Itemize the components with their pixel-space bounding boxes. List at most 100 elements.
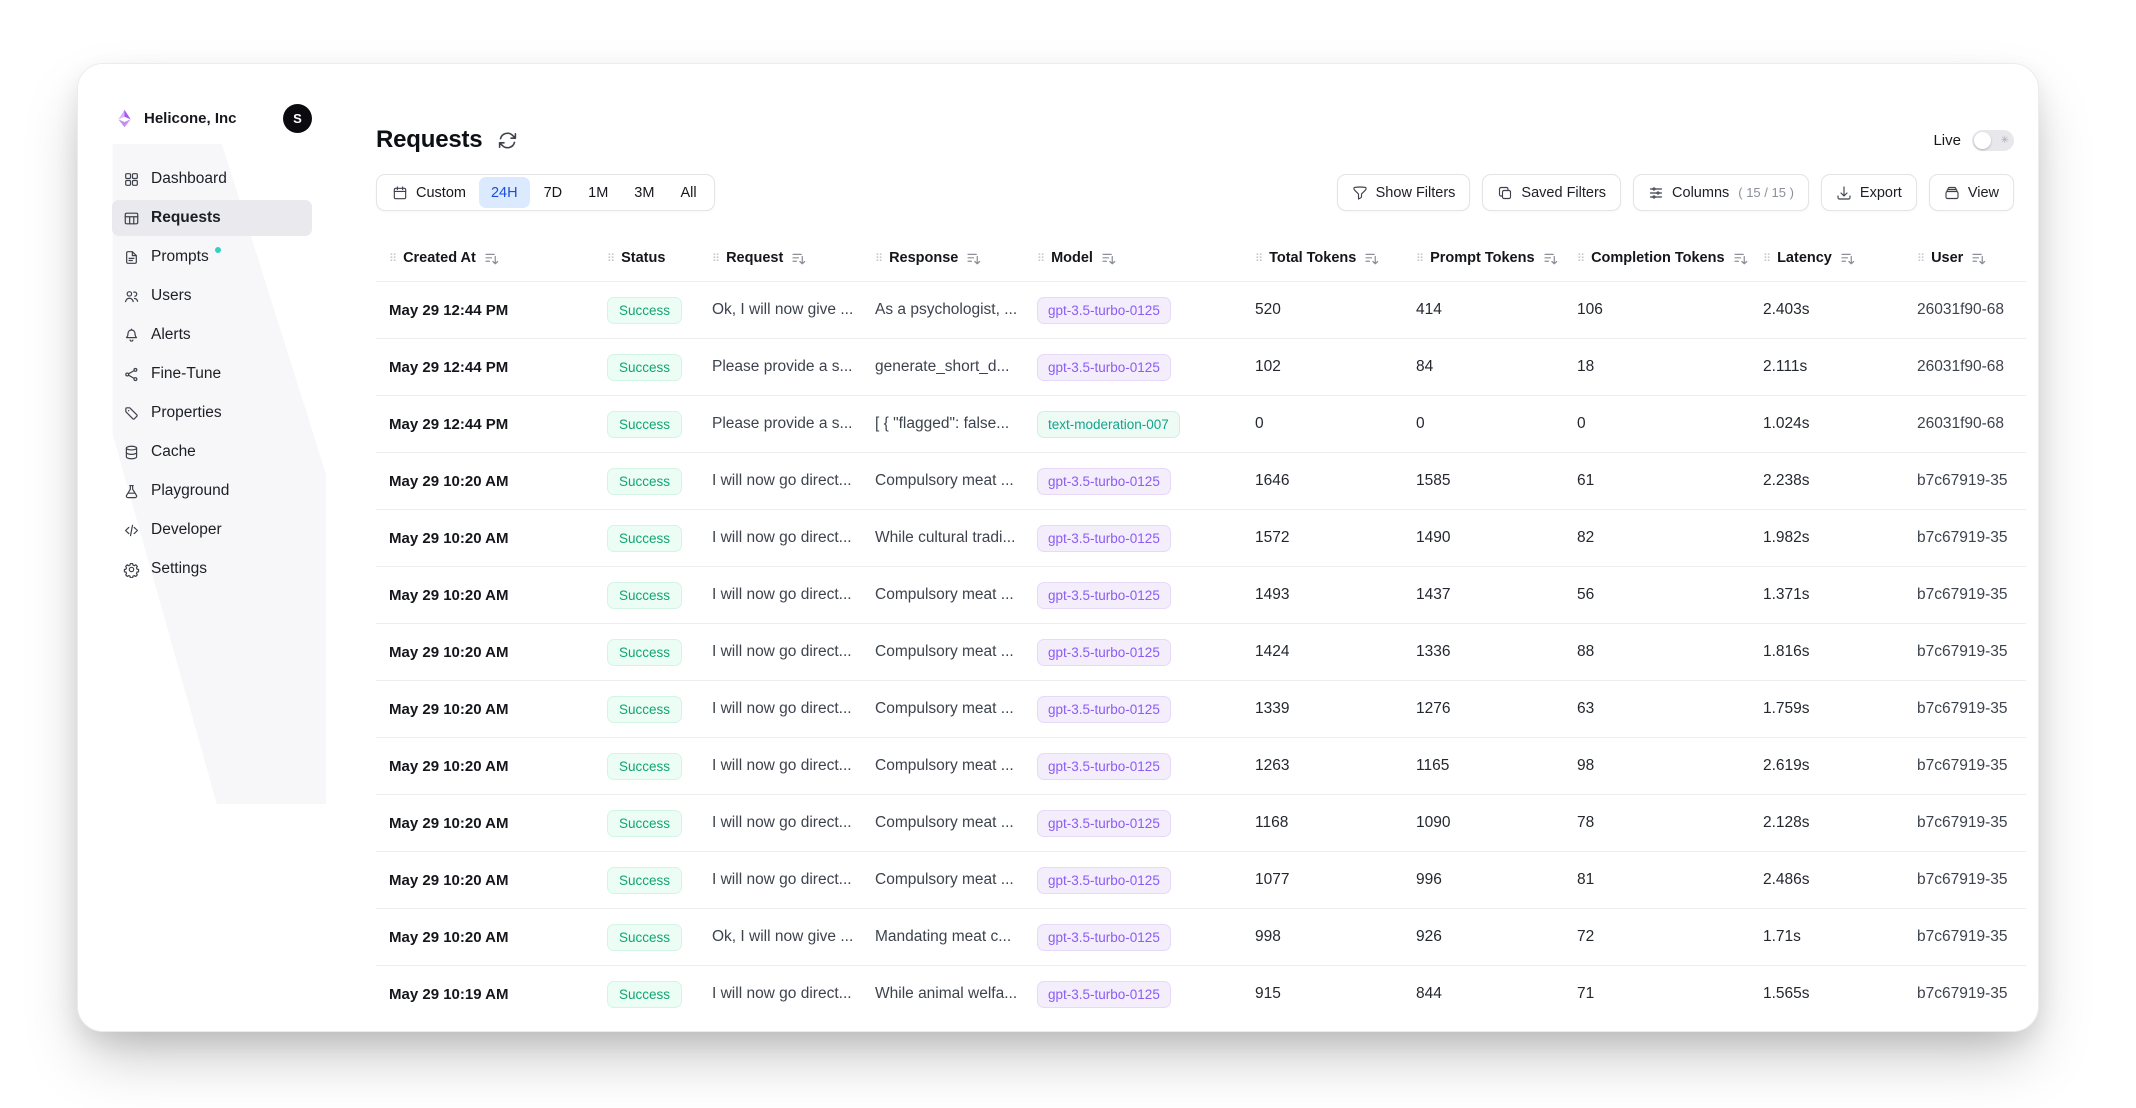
range-1m[interactable]: 1M [576,177,620,208]
custom-range-button[interactable]: Custom [377,175,478,210]
export-button[interactable]: Export [1821,174,1917,211]
cell-created-at: May 29 12:44 PM [376,302,594,319]
sidebar-item-prompts[interactable]: Prompts [112,239,312,275]
sort-icon[interactable] [1733,251,1748,266]
drag-handle-icon[interactable]: ⠿ [1416,252,1424,265]
table-row[interactable]: May 29 10:20 AMSuccessI will now go dire… [376,737,2026,794]
table-row[interactable]: May 29 10:20 AMSuccessI will now go dire… [376,623,2026,680]
sidebar-item-fine-tune[interactable]: Fine-Tune [112,356,312,392]
drag-handle-icon[interactable]: ⠿ [1037,252,1045,265]
cell-response: While cultural tradi... [862,529,1024,547]
sidebar-item-playground[interactable]: Playground [112,473,312,509]
cell-total-tokens: 102 [1242,358,1403,376]
column-header-model[interactable]: ⠿Model [1024,250,1242,266]
column-label: Status [621,250,665,266]
table-row[interactable]: May 29 12:44 PMSuccessOk, I will now giv… [376,281,2026,338]
time-range-group: Custom 24H 7D 1M 3M All [376,174,715,211]
drag-handle-icon[interactable]: ⠿ [1577,252,1585,265]
cell-completion-tokens: 82 [1564,529,1750,547]
sidebar-item-requests[interactable]: Requests [112,200,312,236]
drag-handle-icon[interactable]: ⠿ [389,252,397,265]
sidebar-item-dashboard[interactable]: Dashboard [112,161,312,197]
view-button[interactable]: View [1929,174,2014,211]
table-row[interactable]: May 29 10:20 AMSuccessI will now go dire… [376,509,2026,566]
sidebar-item-label: Cache [151,443,196,461]
drag-handle-icon[interactable]: ⠿ [1763,252,1771,265]
drag-handle-icon[interactable]: ⠿ [1917,252,1925,265]
sort-icon[interactable] [484,251,499,266]
cell-response: generate_short_d... [862,358,1024,376]
column-header-response[interactable]: ⠿Response [862,250,1024,266]
cell-request: Please provide a s... [699,358,862,376]
cell-completion-tokens: 56 [1564,586,1750,604]
sort-icon[interactable] [1364,251,1379,266]
sidebar-item-alerts[interactable]: Alerts [112,317,312,353]
cell-status: Success [594,696,699,723]
table-row[interactable]: May 29 10:20 AMSuccessOk, I will now giv… [376,908,2026,965]
cell-completion-tokens: 18 [1564,358,1750,376]
column-header-user[interactable]: ⠿User [1904,250,2026,266]
cell-status: Success [594,810,699,837]
sort-icon[interactable] [1101,251,1116,266]
range-3m[interactable]: 3M [622,177,666,208]
sort-icon[interactable] [1971,251,1986,266]
drag-handle-icon[interactable]: ⠿ [875,252,883,265]
cell-response: Compulsory meat ... [862,472,1024,490]
column-label: Total Tokens [1269,250,1356,266]
drag-handle-icon[interactable]: ⠿ [1255,252,1263,265]
drag-handle-icon[interactable]: ⠿ [712,252,720,265]
sort-icon[interactable] [791,251,806,266]
status-badge: Success [607,411,682,438]
column-header-prompt-tokens[interactable]: ⠿Prompt Tokens [1403,250,1564,266]
live-toggle[interactable]: ✳ [1972,130,2014,151]
cell-request: I will now go direct... [699,529,862,547]
column-header-latency[interactable]: ⠿Latency [1750,250,1904,266]
column-header-total-tokens[interactable]: ⠿ Total Tokens [1242,250,1403,266]
table-row[interactable]: May 29 10:19 AMSuccessI will now go dire… [376,965,2026,1022]
range-24h[interactable]: 24H [479,177,530,208]
saved-filters-button[interactable]: Saved Filters [1482,174,1621,211]
sidebar-item-properties[interactable]: Properties [112,395,312,431]
sort-icon[interactable] [1543,251,1558,266]
table-row[interactable]: May 29 10:20 AMSuccessI will now go dire… [376,680,2026,737]
sidebar-item-developer[interactable]: Developer [112,512,312,548]
cell-model: gpt-3.5-turbo-0125 [1024,639,1242,666]
sidebar-item-settings[interactable]: Settings [112,551,312,587]
cell-model: gpt-3.5-turbo-0125 [1024,981,1242,1008]
table-tools: Show Filters Saved Filters Columns ( 15 … [1337,174,2014,211]
table-row[interactable]: May 29 10:20 AMSuccessI will now go dire… [376,794,2026,851]
table-row[interactable]: May 29 10:20 AMSuccessI will now go dire… [376,566,2026,623]
show-filters-button[interactable]: Show Filters [1337,174,1471,211]
status-badge: Success [607,582,682,609]
cell-user: 26031f90-68 [1904,301,2026,319]
table-row[interactable]: May 29 12:44 PMSuccessPlease provide a s… [376,395,2026,452]
sidebar-item-cache[interactable]: Cache [112,434,312,470]
table-body: May 29 12:44 PMSuccessOk, I will now giv… [376,281,2026,1022]
cell-latency: 1.71s [1750,928,1904,946]
table-row[interactable]: May 29 10:20 AMSuccessI will now go dire… [376,851,2026,908]
users-icon [123,288,140,305]
column-header-created-at[interactable]: ⠿Created At [376,250,594,266]
cell-user: b7c67919-35 [1904,814,2026,832]
sort-icon[interactable] [966,251,981,266]
sort-icon[interactable] [1840,251,1855,266]
table-row[interactable]: May 29 10:20 AMSuccessI will now go dire… [376,452,2026,509]
table-row[interactable]: May 29 12:44 PMSuccessPlease provide a s… [376,338,2026,395]
cell-prompt-tokens: 1490 [1403,529,1564,547]
column-header-status[interactable]: ⠿ Status [594,250,699,266]
columns-button[interactable]: Columns ( 15 / 15 ) [1633,174,1809,211]
column-header-request[interactable]: ⠿Request [699,250,862,266]
sidebar-item-users[interactable]: Users [112,278,312,314]
cell-total-tokens: 1493 [1242,586,1403,604]
cell-latency: 2.128s [1750,814,1904,832]
org-header: Helicone, Inc S [78,104,338,133]
refresh-icon[interactable] [497,130,518,151]
range-all[interactable]: All [668,177,708,208]
avatar[interactable]: S [283,104,312,133]
range-7d[interactable]: 7D [532,177,575,208]
cell-total-tokens: 0 [1242,415,1403,433]
status-badge: Success [607,867,682,894]
drag-handle-icon[interactable]: ⠿ [607,252,615,265]
cell-completion-tokens: 98 [1564,757,1750,775]
column-header-completion-tokens[interactable]: ⠿Completion Tokens [1564,250,1750,266]
